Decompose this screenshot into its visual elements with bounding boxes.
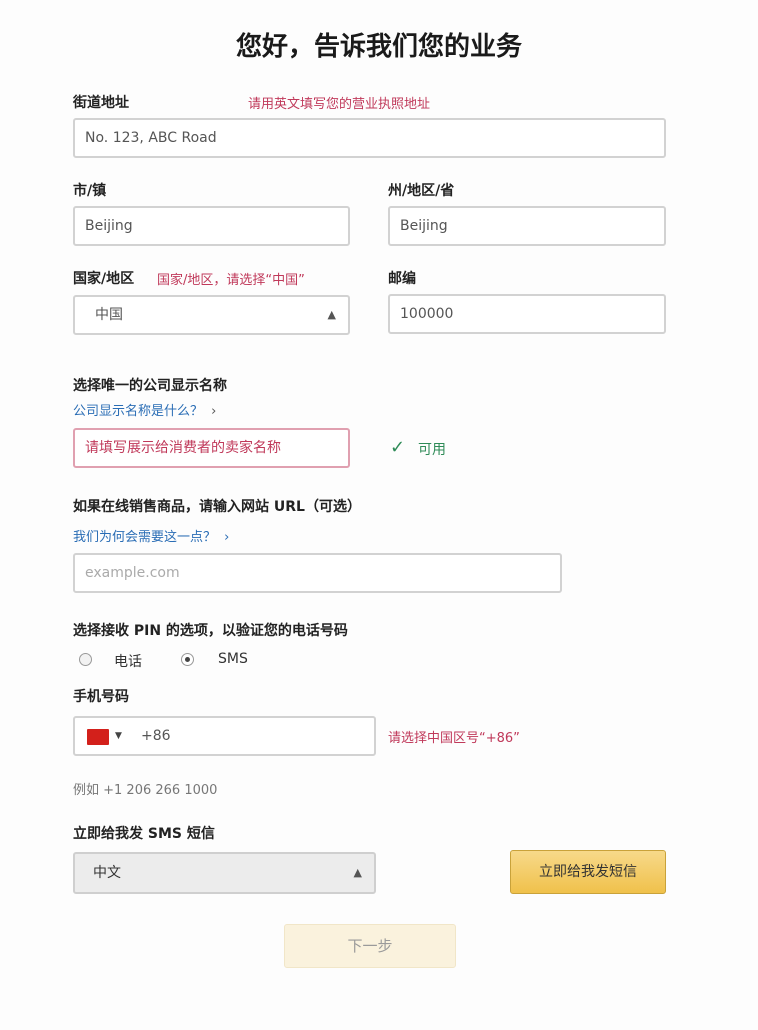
sms-language-label: 立即给我发 SMS 短信 (73, 826, 215, 842)
website-help-link[interactable]: 我们为何会需要这一点？ › (73, 526, 229, 545)
updown-arrow-icon: ▲ (353, 866, 362, 879)
phone-input[interactable]: ▼ +86 (73, 716, 376, 756)
display-name-label: 选择唯一的公司显示名称 (73, 378, 227, 394)
city-input[interactable]: Beijing (73, 206, 350, 246)
country-select-value: 中国 (95, 307, 123, 323)
state-label: 州/地区/省 (388, 183, 455, 199)
address-label: 街道地址 (73, 95, 129, 111)
phone-example: 例如 +1 206 266 1000 (73, 783, 218, 798)
website-label: 如果在线销售商品，请输入网站 URL（可选） (73, 499, 361, 515)
send-sms-button[interactable]: 立即给我发短信 (510, 850, 666, 894)
website-input[interactable]: example.com (73, 553, 562, 593)
china-flag-icon (87, 729, 109, 745)
checkmark-icon: ✓ (390, 437, 406, 458)
postal-input[interactable]: 100000 (388, 294, 666, 334)
page-title: 您好，告诉我们您的业务 (235, 32, 522, 62)
chevron-right-icon: › (211, 404, 217, 419)
country-hint: 国家/地区，请选择“中国” (157, 273, 305, 288)
phone-hint: 请选择中国区号“+86” (388, 731, 520, 746)
display-name-help-link[interactable]: 公司显示名称是什么？ › (73, 400, 216, 419)
display-name-placeholder: 请填写展示给消费者的卖家名称 (85, 440, 281, 456)
updown-arrow-icon: ▲ (327, 308, 336, 321)
sms-language-select[interactable]: 中文 ▲ (73, 852, 376, 894)
next-button[interactable]: 下一步 (284, 924, 456, 968)
sms-language-value: 中文 (93, 865, 121, 881)
country-select[interactable]: 中国 ▲ (73, 295, 350, 335)
postal-label: 邮编 (388, 271, 416, 287)
phone-label: 手机号码 (73, 689, 129, 705)
display-name-input[interactable]: 请填写展示给消费者的卖家名称 (73, 428, 350, 468)
radio-sms[interactable] (181, 653, 194, 666)
radio-sms-label: SMS (218, 651, 248, 667)
radio-phone-label: 电话 (114, 654, 142, 670)
display-name-help-text: 公司显示名称是什么？ (73, 404, 204, 419)
website-help-text: 我们为何会需要这一点？ (73, 530, 217, 545)
city-label: 市/镇 (73, 183, 107, 199)
address-input[interactable]: No. 123, ABC Road (73, 118, 666, 158)
radio-phone[interactable] (79, 653, 92, 666)
chevron-right-icon: › (224, 530, 230, 545)
address-hint: 请用英文填写您的营业执照地址 (248, 97, 431, 112)
phone-country-code: +86 (141, 728, 171, 744)
country-label: 国家/地区 (73, 271, 135, 287)
state-input[interactable]: Beijing (388, 206, 666, 246)
pin-label: 选择接收 PIN 的选项，以验证您的电话号码 (73, 623, 348, 639)
display-name-status: 可用 (418, 442, 446, 458)
chevron-down-icon: ▼ (115, 731, 122, 741)
